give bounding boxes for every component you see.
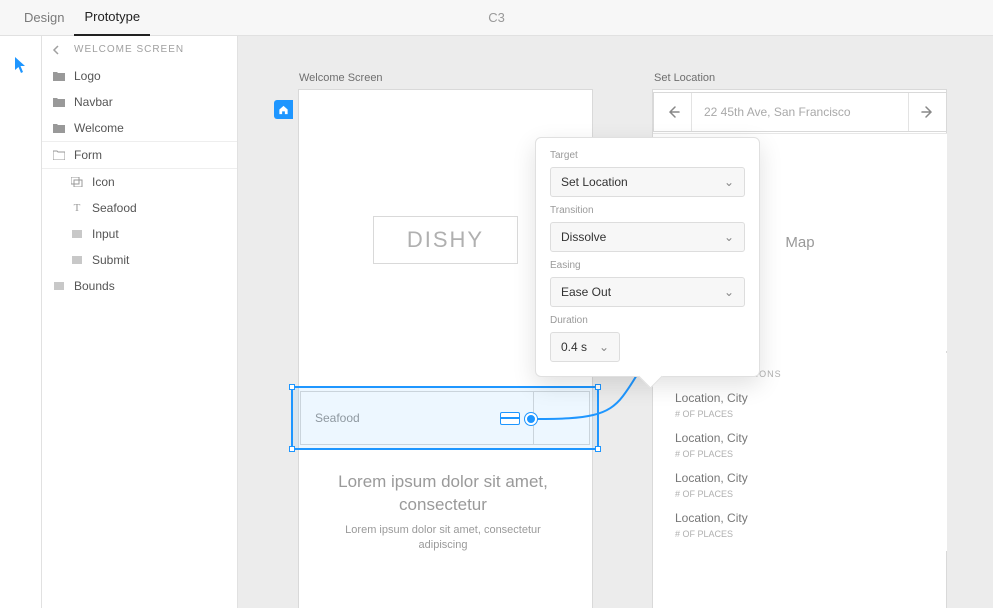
wire-source-handle[interactable] <box>525 413 537 425</box>
folder-icon <box>52 121 66 135</box>
layer-item-label: Submit <box>92 253 129 267</box>
folder-icon <box>52 95 66 109</box>
layers-header[interactable]: WELCOME SCREEN <box>42 36 237 63</box>
location-row[interactable]: Location, City # OF PLACES <box>675 511 925 539</box>
easing-dropdown[interactable]: Ease Out ⌄ <box>550 277 745 307</box>
duration-value: 0.4 s <box>561 340 587 354</box>
target-value: Set Location <box>561 175 628 189</box>
layer-item-bounds[interactable]: Bounds <box>42 273 237 299</box>
chevron-down-icon: ⌄ <box>599 340 609 354</box>
submit-cell[interactable] <box>533 392 589 444</box>
chevron-down-icon: ⌄ <box>724 175 734 189</box>
layers-header-label: WELCOME SCREEN <box>74 44 184 55</box>
layer-item-submit[interactable]: Submit <box>42 247 237 273</box>
interaction-popover: Target Set Location ⌄ Transition Dissolv… <box>535 137 760 377</box>
rect-icon <box>70 253 84 267</box>
artboard-label-location[interactable]: Set Location <box>654 72 715 84</box>
layer-item-label: Navbar <box>74 95 113 109</box>
arrow-left-icon <box>666 105 680 119</box>
chevron-left-icon <box>52 45 62 55</box>
layer-item-seafood[interactable]: T Seafood <box>42 195 237 221</box>
forward-button[interactable] <box>908 93 946 131</box>
top-bar: Design Prototype C3 <box>0 0 993 36</box>
layer-item-label: Logo <box>74 69 101 83</box>
folder-icon <box>52 69 66 83</box>
location-count: # OF PLACES <box>675 529 925 539</box>
location-row[interactable]: Location, City # OF PLACES <box>675 391 925 419</box>
recent-locations-panel: RECENT LOCATIONS Location, City# OF PLAC… <box>653 353 947 551</box>
layer-item-label: Icon <box>92 175 115 189</box>
duration-label: Duration <box>550 315 745 326</box>
logo-box[interactable]: DISHY <box>373 216 518 264</box>
location-count: # OF PLACES <box>675 449 925 459</box>
layer-item-navbar[interactable]: Navbar <box>42 89 237 115</box>
lorem-sub: Lorem ipsum dolor sit amet, consectetur … <box>333 523 553 554</box>
group-icon <box>70 175 84 189</box>
target-label: Target <box>550 150 745 161</box>
address-field[interactable]: 22 45th Ave, San Francisco <box>692 93 908 131</box>
location-name: Location, City <box>675 391 925 405</box>
layer-item-welcome[interactable]: Welcome <box>42 115 237 141</box>
easing-value: Ease Out <box>561 285 611 299</box>
tab-design[interactable]: Design <box>14 0 74 36</box>
search-input-row[interactable]: Seafood <box>300 391 590 445</box>
layer-item-form[interactable]: Form <box>42 141 237 169</box>
chevron-down-icon: ⌄ <box>724 230 734 244</box>
layer-item-logo[interactable]: Logo <box>42 63 237 89</box>
location-row[interactable]: Location, City # OF PLACES <box>675 431 925 459</box>
artboard-label-welcome[interactable]: Welcome Screen <box>299 72 383 84</box>
rect-icon <box>52 279 66 293</box>
wire-source-icon[interactable] <box>500 412 520 425</box>
layer-item-label: Input <box>92 227 119 241</box>
location-count: # OF PLACES <box>675 489 925 499</box>
location-name: Location, City <box>675 511 925 525</box>
transition-value: Dissolve <box>561 230 606 244</box>
location-count: # OF PLACES <box>675 409 925 419</box>
location-bar: 22 45th Ave, San Francisco <box>653 92 947 132</box>
transition-label: Transition <box>550 205 745 216</box>
layer-item-label: Bounds <box>74 279 115 293</box>
lorem-heading: Lorem ipsum dolor sit amet, consectetur <box>333 471 553 517</box>
layer-item-input[interactable]: Input <box>42 221 237 247</box>
back-button[interactable] <box>654 93 692 131</box>
select-tool-icon[interactable] <box>14 56 28 74</box>
layer-item-label: Form <box>74 148 102 162</box>
layers-panel: WELCOME SCREEN Logo Navbar Welcome Form Icon… <box>42 36 238 608</box>
location-name: Location, City <box>675 471 925 485</box>
layer-item-label: Seafood <box>92 201 137 215</box>
tab-prototype[interactable]: Prototype <box>74 0 150 36</box>
canvas[interactable]: Welcome Screen DISHY Seafood Lorem ipsum… <box>238 36 993 608</box>
easing-label: Easing <box>550 260 745 271</box>
location-row[interactable]: Location, City # OF PLACES <box>675 471 925 499</box>
layer-item-label: Welcome <box>74 121 124 135</box>
home-icon <box>278 104 289 115</box>
target-dropdown[interactable]: Set Location ⌄ <box>550 167 745 197</box>
rect-icon <box>70 227 84 241</box>
home-badge[interactable] <box>274 100 293 119</box>
project-title: C3 <box>488 10 505 25</box>
search-input-text: Seafood <box>301 392 533 444</box>
layer-item-icon[interactable]: Icon <box>42 169 237 195</box>
arrow-right-icon <box>921 105 935 119</box>
folder-open-icon <box>52 148 66 162</box>
transition-dropdown[interactable]: Dissolve ⌄ <box>550 222 745 252</box>
lorem-block: Lorem ipsum dolor sit amet, consectetur … <box>333 471 553 554</box>
location-name: Location, City <box>675 431 925 445</box>
chevron-down-icon: ⌄ <box>724 285 734 299</box>
duration-dropdown[interactable]: 0.4 s ⌄ <box>550 332 620 362</box>
tool-rail <box>0 36 42 608</box>
text-icon: T <box>70 201 84 215</box>
